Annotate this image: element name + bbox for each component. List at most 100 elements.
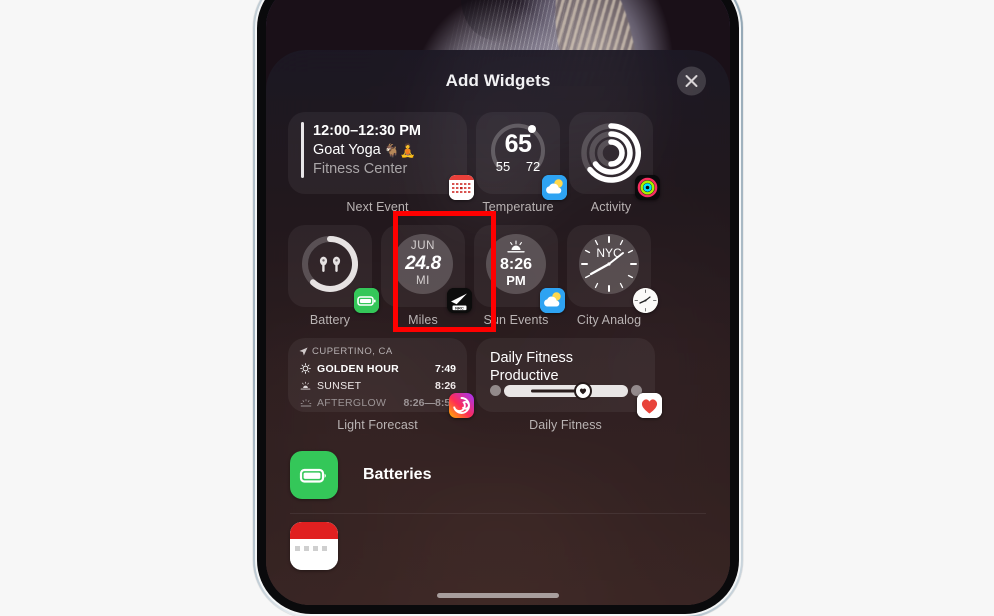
home-indicator [437,593,559,598]
battery-icon [299,468,326,483]
fitness-app-icon [637,393,662,418]
calendar-app-icon [449,175,474,200]
heart-icon [580,387,587,394]
add-widgets-sheet: Add Widgets 12:00–12:30 PM Goat Yoga 🐐🧘 … [266,50,730,605]
temperature-high: 72 [525,159,541,174]
slider-track[interactable] [504,381,628,400]
light-forecast-label: GOLDEN HOUR [317,362,400,375]
phone-screen: Add Widgets 12:00–12:30 PM Goat Yoga 🐐🧘 … [266,0,730,605]
battery-icon [354,288,379,313]
widget-row-1: 12:00–12:30 PM Goat Yoga 🐐🧘 Fitness Cent… [288,112,708,214]
list-item-calendar[interactable] [266,514,730,578]
widget-tile-activity[interactable] [569,112,660,200]
miles-unit: MI [416,275,430,288]
goat-yoga-emoji: 🐐🧘 [383,143,417,158]
next-event-content: 12:00–12:30 PM Goat Yoga 🐐🧘 Fitness Cent… [288,112,467,179]
light-forecast-row: SUNSET 8:26 [288,377,467,394]
afterglow-icon [299,398,312,408]
heart-app-icon [637,393,662,418]
sun-events-time: 8:26 [499,256,533,274]
widget-app-list: Batteries [266,443,730,578]
nike-swoosh-icon: NRC [447,288,472,313]
widget-row-2: Battery JUN 24.8 MI NRC Miles 8:26 PM Su… [288,225,708,327]
next-event-location: Fitness Center [313,161,408,177]
widget-tile-daily-fitness[interactable]: Daily Fitness Productive [476,338,662,418]
calendar-icon [290,522,338,570]
widget-caption: Daily Fitness [529,418,602,432]
widget-tile-next-event[interactable]: 12:00–12:30 PM Goat Yoga 🐐🧘 Fitness Cent… [288,112,474,200]
weather-icon [540,288,565,313]
analog-clock-face: NYC [579,234,639,295]
temperature-value: 65 [504,130,532,158]
widget-cell-miles[interactable]: JUN 24.8 MI NRC Miles [381,225,472,327]
weather-app-icon [542,175,567,200]
widget-tile-battery[interactable] [288,225,379,313]
widget-cell-sun-events[interactable]: 8:26 PM Sun Events [474,225,565,327]
light-forecast-label: AFTERGLOW [317,396,387,409]
list-item-batteries[interactable]: Batteries [266,443,730,507]
clock-app-icon [633,288,658,313]
slider-knob[interactable] [574,381,593,400]
widget-tile-temperature[interactable]: 65 55 72 [476,112,567,200]
light-forecast-location-row: CUPERTINO, CA [288,338,467,360]
daily-fitness-title: Daily Fitness [490,350,573,366]
widget-tile-light-forecast[interactable]: CUPERTINO, CA GOLDEN HOUR 7:49 SUNSET 8:… [288,338,474,418]
next-event-title: Goat Yoga [313,142,381,158]
calendar-app-icon [290,522,338,570]
light-forecast-row: GOLDEN HOUR 7:49 [288,360,467,377]
sunset-icon [507,240,525,253]
temperature-low: 55 [495,159,511,174]
widget-cell-daily-fitness[interactable]: Daily Fitness Productive Daily Fitness [476,338,662,432]
widget-tile-surface: 12:00–12:30 PM Goat Yoga 🐐🧘 Fitness Cent… [288,112,467,194]
widget-caption: Activity [590,200,632,214]
next-event-title-row: Goat Yoga 🐐🧘 [313,141,421,160]
widget-tile-miles[interactable]: JUN 24.8 MI NRC [381,225,472,313]
widget-caption: Sun Events [483,313,549,327]
sun-events-dial: 8:26 PM [486,234,546,295]
miles-dial: JUN 24.8 MI [393,234,453,295]
next-event-accent-bar [301,122,304,178]
daily-fitness-subtitle: Productive [490,368,559,384]
close-icon [685,75,698,87]
widget-cell-temperature[interactable]: 65 55 72 Temperature [476,112,567,214]
widget-grid: 12:00–12:30 PM Goat Yoga 🐐🧘 Fitness Cent… [266,112,730,432]
widget-tile-sun-events[interactable]: 8:26 PM [474,225,565,313]
weather-icon [542,175,567,200]
miles-value: 24.8 [405,253,441,275]
airpods-icon [319,256,341,273]
close-button[interactable] [677,66,706,96]
widget-cell-city-analog[interactable]: NYC City Analog [567,225,658,327]
widget-tile-city-analog[interactable]: NYC [567,225,658,313]
iphone-device-frame: Add Widgets 12:00–12:30 PM Goat Yoga 🐐🧘 … [253,0,743,616]
widget-caption: Battery [309,313,351,327]
svg-text:NRC: NRC [455,305,464,310]
light-forecast-row: AFTERGLOW 8:26—8:56 [288,394,467,411]
widget-caption: Light Forecast [337,418,418,432]
light-forecast-value: 8:26 [434,379,456,392]
nike-run-club-app-icon: NRC [447,288,472,313]
widget-caption: Next Event [346,200,409,214]
widget-cell-activity[interactable]: Activity [569,112,660,214]
sunset-icon [299,381,312,391]
light-forecast-app-icon [449,393,474,418]
widget-tile-surface: CUPERTINO, CA GOLDEN HOUR 7:49 SUNSET 8:… [288,338,467,412]
widget-caption: Miles [408,313,438,327]
slider-start-dot [490,385,501,396]
weather-app-icon [540,288,565,313]
widget-cell-next-event[interactable]: 12:00–12:30 PM Goat Yoga 🐐🧘 Fitness Cent… [288,112,474,214]
sun-events-period: PM [506,273,526,289]
light-forecast-location: CUPERTINO, CA [312,346,393,357]
temperature-range: 55 72 [476,159,560,174]
activity-app-icon [635,175,660,200]
activity-rings [581,123,642,183]
widget-row-3: CUPERTINO, CA GOLDEN HOUR 7:49 SUNSET 8:… [288,338,708,432]
batteries-app-icon [290,451,338,499]
golden-hour-icon [299,363,312,374]
calendar-icon [449,175,474,200]
daily-fitness-slider[interactable] [490,381,642,400]
widget-cell-light-forecast[interactable]: CUPERTINO, CA GOLDEN HOUR 7:49 SUNSET 8:… [288,338,474,432]
widget-cell-battery[interactable]: Battery [288,225,379,327]
light-forecast-label: SUNSET [317,379,362,392]
batteries-app-icon [354,288,379,313]
clock-icon [633,288,658,313]
